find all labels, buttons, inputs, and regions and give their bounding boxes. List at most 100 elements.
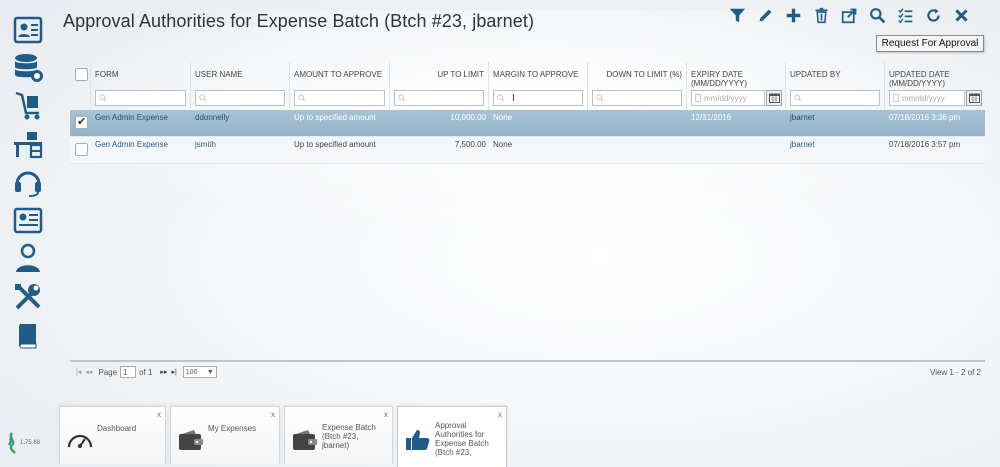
book-icon[interactable] <box>12 320 44 352</box>
cell-user[interactable]: ddonnelly <box>195 113 290 122</box>
text-cursor-icon: I <box>512 92 515 104</box>
first-page-icon[interactable]: |◂ <box>76 368 81 376</box>
close-icon[interactable]: x <box>384 410 388 419</box>
cell-updated-by[interactable]: jbarnet <box>790 113 880 122</box>
headset-icon[interactable] <box>12 166 44 198</box>
cell-limit: 10,000.00 <box>450 113 486 122</box>
col-amount: AMOUNT TO APPROVE <box>290 62 390 110</box>
cell-amount: Up to specified amount <box>294 140 376 149</box>
tools-icon[interactable] <box>12 281 44 313</box>
next-page-icon[interactable]: ▸▸ <box>160 368 167 376</box>
toolbar <box>726 4 972 26</box>
expiry-placeholder: mm/dd/yyyy <box>704 93 747 103</box>
calendar-icon[interactable] <box>966 90 982 106</box>
col-expiry: EXPIRY DATE (MM/DD/YYYY) mm/dd/yyyy <box>687 62 786 110</box>
search-icon <box>497 94 505 102</box>
pencil-icon[interactable] <box>754 4 776 26</box>
checklist-icon[interactable] <box>894 4 916 26</box>
tab-dashboard[interactable]: Dashboard x <box>59 406 166 464</box>
users-icon[interactable] <box>12 242 44 274</box>
wallet-icon <box>177 427 205 453</box>
filter-updated-date-input[interactable]: mm/dd/yyyy <box>889 90 965 106</box>
plus-icon[interactable] <box>782 4 804 26</box>
desk-icon[interactable] <box>12 128 44 160</box>
row-checkbox[interactable] <box>75 143 88 156</box>
col-expiry-label[interactable]: EXPIRY DATE (MM/DD/YYYY) <box>691 70 781 88</box>
page-of-label: of 1 <box>139 367 153 377</box>
search-icon <box>99 94 107 102</box>
tab-dashboard-label: Dashboard <box>97 424 137 433</box>
filter-margin-input[interactable]: I <box>493 90 583 106</box>
search-icon <box>596 94 604 102</box>
page-label: Page <box>98 367 118 377</box>
tab-approval-authorities[interactable]: Approval Authorities for Expense Batch (… <box>397 406 507 467</box>
contact-card-icon[interactable] <box>12 14 44 46</box>
filter-expiry-input[interactable]: mm/dd/yyyy <box>691 90 765 106</box>
pager: |◂ ◂◂ Page 1 of 1 ▸▸ ▸| 100 ▼ View 1 - 2 … <box>70 364 985 380</box>
search-icon <box>398 94 406 102</box>
wallet-icon <box>291 427 319 453</box>
select-all-checkbox[interactable] <box>75 68 88 81</box>
prev-page-icon[interactable]: ◂◂ <box>85 368 92 376</box>
search-icon <box>199 94 207 102</box>
col-updated-date: UPDATED DATE (MM/DD/YYYY) mm/dd/yyyy <box>885 62 985 110</box>
page-title: Approval Authorities for Expense Batch (… <box>63 11 535 31</box>
tab-my-expenses[interactable]: My Expenses x <box>170 406 280 464</box>
last-page-icon[interactable]: ▸| <box>171 368 176 376</box>
gauge-icon <box>66 427 94 453</box>
col-margin: MARGIN TO APPROVE I <box>489 62 588 110</box>
tab-expense-batch-label: Expense Batch (Btch #23, jbarnet) <box>322 423 376 450</box>
cell-user[interactable]: jsmith <box>195 140 290 149</box>
page-size-select[interactable]: 100 ▼ <box>182 366 217 378</box>
refresh-icon[interactable] <box>922 4 944 26</box>
col-limit-label[interactable]: UP TO LIMIT <box>394 70 484 79</box>
request-approval-tooltip: Request For Approval <box>876 35 984 52</box>
database-icon[interactable] <box>12 52 44 84</box>
filter-updated-by-input[interactable] <box>790 90 880 106</box>
checkbox-icon <box>893 94 899 102</box>
close-icon[interactable]: x <box>498 410 502 419</box>
col-form-label[interactable]: FORM <box>95 70 186 79</box>
select-all-column <box>70 62 91 110</box>
col-updated-by-label[interactable]: UPDATED BY <box>790 70 880 79</box>
tab-expense-batch[interactable]: Expense Batch (Btch #23, jbarnet) x <box>284 406 393 464</box>
row-checkbox[interactable] <box>75 115 88 129</box>
col-amount-label[interactable]: AMOUNT TO APPROVE <box>294 70 385 79</box>
cell-form[interactable]: Gen Admin Expense <box>95 140 190 149</box>
col-form: FORM <box>91 62 191 110</box>
thumbs-up-icon <box>404 427 432 453</box>
view-info: View 1 - 2 of 2 <box>930 367 981 377</box>
search-icon <box>298 94 306 102</box>
cart-icon[interactable] <box>12 90 44 122</box>
cell-updated-by[interactable]: jbarnet <box>790 140 880 149</box>
col-updated-date-label[interactable]: UPDATED DATE (MM/DD/YYYY) <box>889 70 981 88</box>
col-margin-label[interactable]: MARGIN TO APPROVE <box>493 70 583 79</box>
filter-amount-input[interactable] <box>294 90 385 106</box>
col-user: USER NAME <box>191 62 290 110</box>
cell-form[interactable]: Gen Admin Expense <box>95 113 190 122</box>
filter-form-input[interactable] <box>95 90 186 106</box>
table-row[interactable]: Gen Admin Expense ddonnelly Up to specif… <box>70 110 985 137</box>
pager-divider <box>70 360 985 362</box>
search-icon[interactable] <box>866 4 888 26</box>
cell-amount: Up to specified amount <box>294 113 376 122</box>
news-icon[interactable] <box>12 204 44 236</box>
col-down-label[interactable]: DOWN TO LIMIT (%) <box>592 70 682 79</box>
chevron-down-icon: ▼ <box>206 368 214 376</box>
close-icon[interactable] <box>950 4 972 26</box>
trash-icon[interactable] <box>810 4 832 26</box>
filter-user-input[interactable] <box>195 90 285 106</box>
filter-down-input[interactable] <box>592 90 682 106</box>
approval-grid: FORM USER NAME AMOUNT TO APPROVE UP TO L… <box>70 62 985 164</box>
col-user-label[interactable]: USER NAME <box>195 70 285 79</box>
close-icon[interactable]: x <box>271 410 275 419</box>
page-input[interactable]: 1 <box>120 366 137 378</box>
filter-icon[interactable] <box>726 4 748 26</box>
export-icon[interactable] <box>838 4 860 26</box>
calendar-icon[interactable] <box>766 90 782 106</box>
table-row[interactable]: Gen Admin Expense jsmith Up to specified… <box>70 137 985 164</box>
close-icon[interactable]: x <box>157 410 161 419</box>
updated-date-placeholder: mm/dd/yyyy <box>902 93 945 103</box>
filter-limit-input[interactable] <box>394 90 484 106</box>
version-badge: 1.75.88 <box>6 432 40 454</box>
